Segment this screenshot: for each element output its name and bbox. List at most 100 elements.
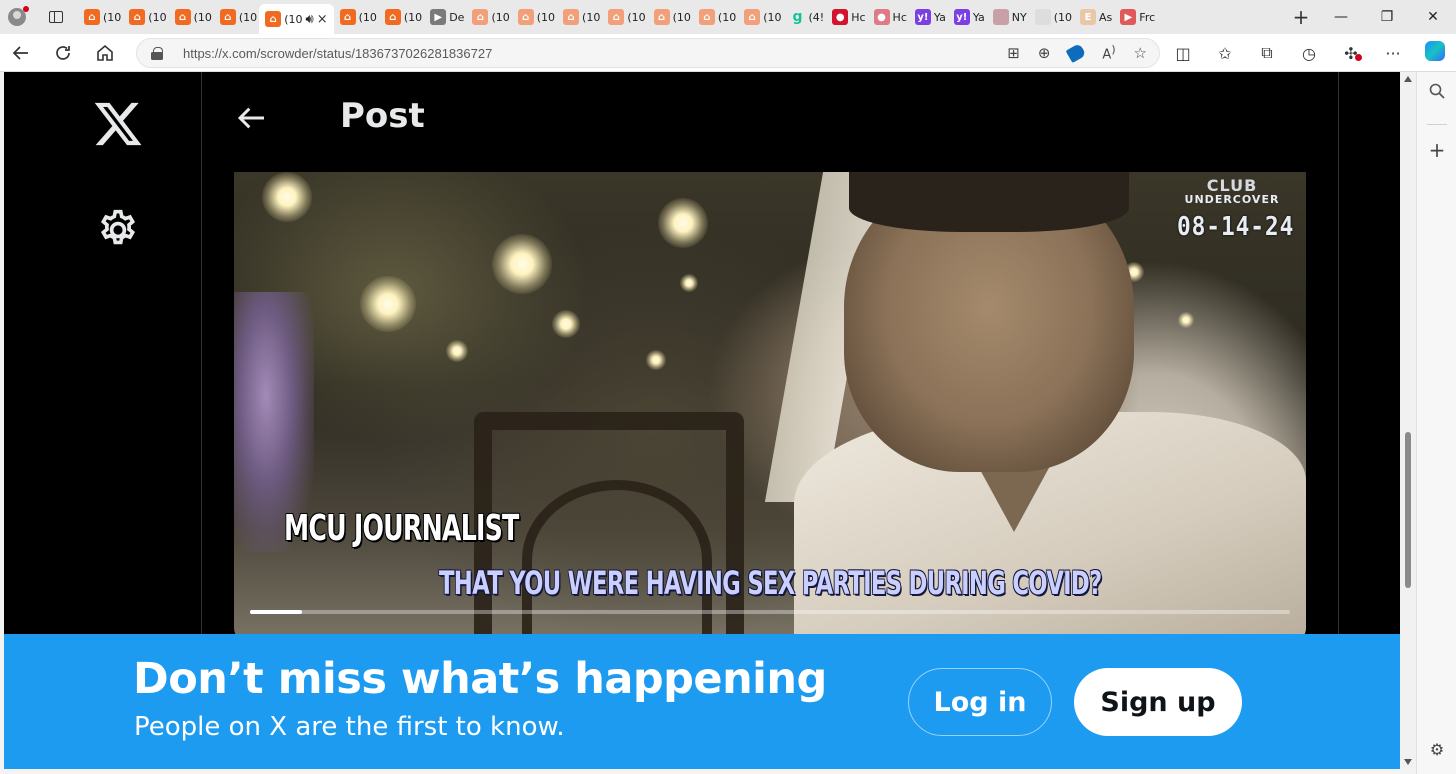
speaker-icon[interactable]: 🔊︎ [305, 12, 313, 27]
url-text[interactable]: https://x.com/scrowder/status/1836737026… [183, 46, 492, 61]
address-bar[interactable]: https://x.com/scrowder/status/1836737026… [136, 38, 1160, 68]
favorite-star-icon[interactable]: ☆ [1134, 44, 1147, 62]
browser-tab[interactable]: ⌂ (10 [602, 3, 647, 31]
signup-button[interactable]: Sign up [1074, 668, 1242, 736]
settings-gear-icon[interactable] [96, 208, 140, 252]
collections-icon[interactable]: ⧉ [1246, 43, 1288, 63]
browser-tab-label: NY [1011, 10, 1027, 24]
browser-tab[interactable]: y! Ya [948, 3, 987, 31]
browser-tab[interactable]: ⌂ (10 [693, 3, 738, 31]
browser-tab-label: (10 [358, 10, 377, 24]
browser-tab[interactable]: y! Ya [909, 3, 948, 31]
login-button[interactable]: Log in [908, 668, 1052, 736]
video-scene-light [360, 276, 416, 332]
video-scene-light [446, 340, 468, 362]
browser-tab-active[interactable]: ⌂ (10 🔊︎ × [259, 4, 334, 34]
browser-tab[interactable]: ▶ Frc [1114, 3, 1157, 31]
edge-side-panel: + ⚙ [1416, 72, 1456, 774]
browser-toolbar: https://x.com/scrowder/status/1836737026… [0, 34, 1456, 72]
signup-banner: Don’t miss what’s happening People on X … [4, 634, 1400, 769]
bookmark-orange-icon: ⌂ [84, 9, 100, 25]
browser-tab[interactable]: ● Hc [868, 3, 909, 31]
back-button[interactable] [0, 34, 42, 72]
page-viewport: Post CLUB UNDERCOVER 08-14-24 MCU JOURNA… [4, 72, 1400, 769]
app-available-icon[interactable]: ⊞ [1007, 44, 1020, 62]
video-player[interactable]: CLUB UNDERCOVER 08-14-24 MCU JOURNALIST … [234, 172, 1306, 642]
browser-tab[interactable]: ● Hc [826, 3, 867, 31]
e-icon: E [1080, 9, 1097, 25]
copilot-icon[interactable] [1414, 41, 1456, 65]
bookmark-orange-icon: ⌂ [744, 9, 761, 25]
x-logo-icon[interactable] [92, 98, 144, 150]
browser-tab-label: (10 [1053, 10, 1073, 24]
bookmark-orange-icon: ⌂ [517, 9, 534, 25]
scroll-up-arrow-icon[interactable] [1404, 76, 1412, 82]
minimize-button[interactable]: — [1318, 9, 1364, 25]
more-menu-icon[interactable]: ··· [1372, 44, 1414, 63]
browser-tab[interactable]: ⌂ (10 [78, 3, 123, 31]
browser-tab-label: Ya [933, 10, 946, 24]
tab-list: ⌂ (10 ⌂ (10 ⌂ (10 ⌂ (10 ⌂ (10 🔊︎ × ⌂ (10 ⌂ (10 ▶ De ⌂ (10 ⌂(… [78, 0, 1284, 34]
browser-tab[interactable]: g (4! [784, 3, 827, 31]
browser-tab[interactable]: ⌂ (10 [214, 3, 259, 31]
browser-tab[interactable]: ⌂ (10 [557, 3, 602, 31]
split-screen-icon[interactable]: ◫ [1162, 44, 1204, 63]
bookmark-orange-icon: ⌂ [563, 9, 580, 25]
search-icon[interactable] [1417, 82, 1456, 105]
add-sidebar-app-icon[interactable]: + [1417, 138, 1456, 162]
close-tab-button[interactable]: × [317, 12, 328, 27]
browser-tab-label: (10 [672, 10, 691, 24]
browser-tab-label: (10 [403, 10, 423, 24]
back-arrow-icon[interactable] [236, 102, 268, 134]
yahoo-icon: y! [914, 9, 931, 25]
history-icon[interactable]: ◷ [1288, 44, 1330, 63]
video-scene-light [262, 172, 312, 222]
bookmark-orange-icon: ⌂ [608, 9, 625, 25]
bookmark-orange-icon: ⌂ [339, 9, 356, 25]
browser-tab-label: De [449, 10, 465, 24]
maximize-button[interactable]: ❐ [1364, 9, 1410, 25]
read-aloud-icon[interactable]: A) [1102, 43, 1115, 62]
coupon-tag-icon[interactable] [1065, 42, 1087, 64]
browser-tab[interactable]: ⌂ (10 [466, 3, 511, 31]
home-button[interactable] [84, 34, 126, 72]
sidebar-settings-icon[interactable]: ⚙ [1417, 740, 1456, 759]
extensions-icon[interactable]: ✣ [1330, 44, 1372, 63]
browser-tab-label: Hc [851, 10, 866, 24]
browser-tab-strip: ⌂ (10 ⌂ (10 ⌂ (10 ⌂ (10 ⌂ (10 🔊︎ × ⌂ (10 ⌂ (10 ▶ De ⌂ (10 ⌂(… [0, 0, 1456, 34]
video-progress-bar[interactable] [250, 610, 1290, 614]
scroll-down-arrow-icon[interactable] [1404, 759, 1412, 765]
browser-tab[interactable]: ⌂ (10 [123, 3, 168, 31]
post-header: Post [202, 72, 1338, 172]
browser-tab[interactable]: ⌂ (10 [169, 3, 214, 31]
browser-tab[interactable]: ⌂ (10 [512, 3, 557, 31]
browser-tab[interactable]: NY [987, 3, 1029, 31]
browser-tab[interactable]: ▶ De [424, 3, 466, 31]
page-scrollbar[interactable] [1400, 72, 1416, 769]
bookmark-orange-icon: ⌂ [219, 9, 236, 25]
profile-avatar-icon[interactable] [0, 0, 34, 34]
browser-tab-label: (10 [536, 10, 556, 24]
close-window-button[interactable]: ✕ [1410, 9, 1456, 25]
video-scene-light [492, 234, 552, 294]
tab-actions-icon[interactable] [34, 0, 78, 34]
video-scene-light [658, 198, 708, 248]
browser-tab-label: (10 [627, 10, 646, 24]
browser-tab-label: Hc [892, 10, 907, 24]
browser-tab[interactable]: ⌂ (10 [738, 3, 783, 31]
favorites-icon[interactable]: ✩ [1204, 44, 1246, 63]
new-tab-button[interactable]: + [1284, 5, 1318, 29]
browser-tab[interactable]: ⌂ (10 [379, 3, 424, 31]
browser-tab[interactable]: ⌂ (10 [648, 3, 693, 31]
browser-tab[interactable]: E As [1074, 3, 1114, 31]
scroll-thumb[interactable] [1405, 432, 1411, 588]
bookmark-orange-icon: ⌂ [653, 9, 670, 25]
back-arrow-icon [12, 45, 28, 60]
lock-icon[interactable] [151, 47, 163, 60]
browser-tab[interactable]: (10 [1029, 3, 1074, 31]
zoom-icon[interactable]: ⊕ [1038, 44, 1051, 62]
browser-tab[interactable]: ⌂ (10 [334, 3, 379, 31]
refresh-button[interactable] [42, 34, 84, 72]
video-scene-light [646, 350, 666, 370]
window-controls: — ❐ ✕ [1318, 0, 1456, 34]
